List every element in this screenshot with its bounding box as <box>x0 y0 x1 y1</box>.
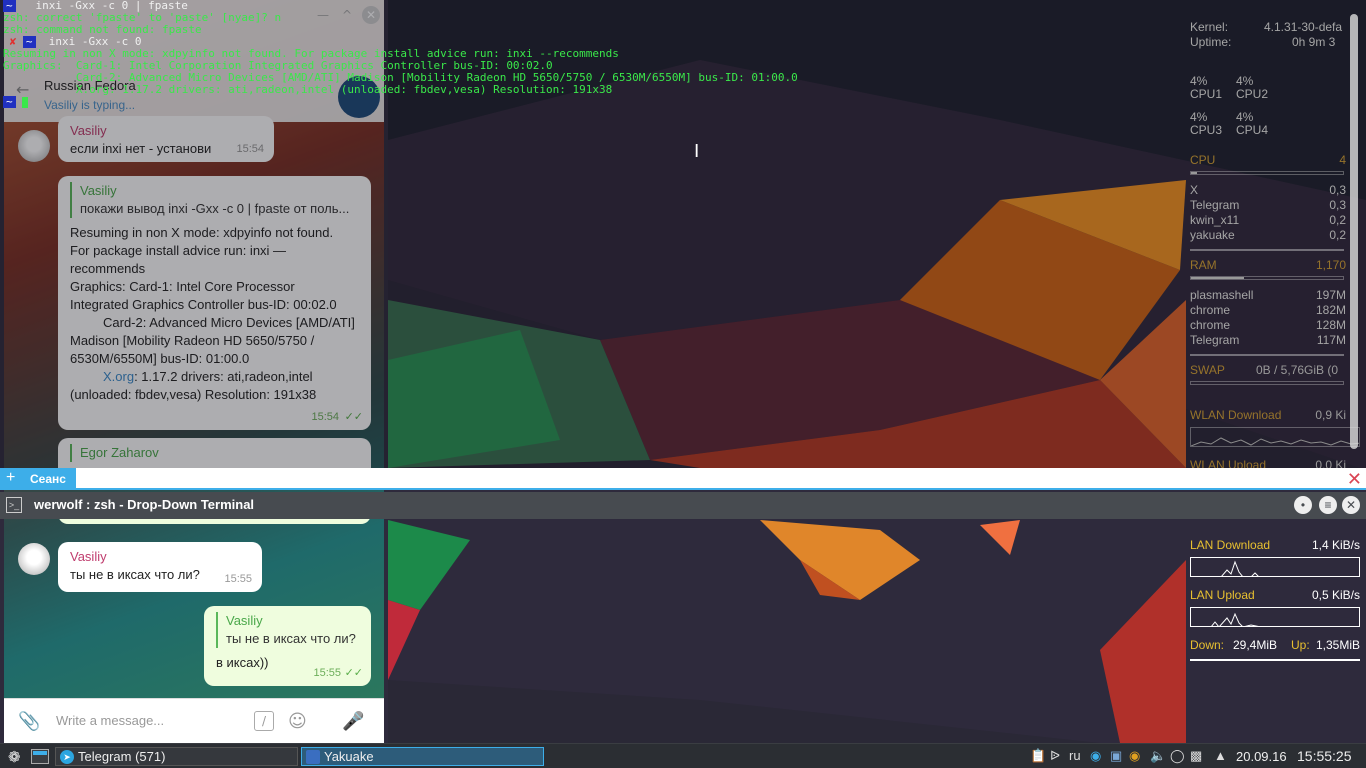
terminal-output[interactable]: ~ inxi -Gxx -c 0 | fpaste zsh: correct '… <box>3 0 798 108</box>
emoji-icon[interactable]: ☺ <box>288 711 307 732</box>
divider <box>1190 659 1360 661</box>
clock[interactable]: 15:55:25 <box>1297 748 1352 764</box>
close-tab-icon[interactable]: ✕ <box>1347 469 1362 490</box>
terminal-prompt-line[interactable]: ~ <box>3 96 798 108</box>
paperclip-icon[interactable]: 📎 <box>18 711 40 732</box>
terminal-scrollbar[interactable] <box>1350 14 1358 449</box>
display-icon[interactable]: ▩ <box>1190 748 1202 764</box>
tab-label: Сеанс <box>30 472 66 486</box>
yakuake-icon <box>306 750 320 764</box>
date[interactable]: 20.09.16 <box>1236 749 1287 764</box>
yakuake-title-bar: >_ werwolf : zsh - Drop-Down Terminal • … <box>0 492 1366 519</box>
task-yakuake[interactable]: Yakuake <box>301 747 544 766</box>
terminal-icon: >_ <box>6 497 22 513</box>
volume-icon[interactable]: 🔈 <box>1150 748 1166 764</box>
prompt-badge: ~ <box>3 96 16 108</box>
bluetooth-icon[interactable]: ᐉ <box>1050 748 1060 764</box>
down-total-label: Down: <box>1190 638 1225 652</box>
menu-icon[interactable]: ≡ <box>1319 496 1337 514</box>
lan-download-label: LAN Download <box>1190 538 1271 552</box>
lan-download-graph <box>1190 557 1360 577</box>
telegram-icon: ➤ <box>60 750 74 764</box>
terminal-line: X.org: 1.17.2 drivers: ati,radeon,intel … <box>3 83 613 96</box>
terminal-cursor <box>22 96 29 108</box>
quote-sender: Vasiliy <box>226 613 263 628</box>
shield-icon[interactable]: ◯ <box>1170 748 1185 764</box>
network-icon[interactable]: ▣ <box>1110 748 1122 764</box>
keyboard-layout[interactable]: ru <box>1069 748 1081 763</box>
task-label: Yakuake <box>324 749 374 764</box>
message-input-bar: 📎 Write a message... / ☺ 🎤 <box>4 698 384 744</box>
slash-command-icon[interactable]: / <box>254 711 274 731</box>
keep-open-icon[interactable]: • <box>1294 496 1312 514</box>
taskbar: ❁ ➤ Telegram (571) Yakuake 📋 ᐉ ru ◉ ▣ ◉ … <box>0 743 1366 768</box>
clipboard-icon[interactable]: 📋 <box>1030 748 1046 764</box>
yakuake-terminal[interactable]: ~ inxi -Gxx -c 0 | fpaste zsh: correct '… <box>0 0 1366 468</box>
expand-tray-icon[interactable]: ▲ <box>1214 748 1227 763</box>
avatar[interactable] <box>18 543 50 575</box>
message-bubble[interactable]: Vasiliy ты не в иксах что ли? в иксах)) … <box>204 606 371 686</box>
message-sender[interactable]: Vasiliy <box>70 548 250 566</box>
add-tab-icon[interactable]: + <box>6 469 15 487</box>
window-title: werwolf : zsh - Drop-Down Terminal <box>34 497 255 512</box>
task-telegram[interactable]: ➤ Telegram (571) <box>55 747 298 766</box>
down-total-value: 29,4MiB <box>1233 638 1278 652</box>
read-ticks-icon: ✓✓ <box>344 667 363 679</box>
message-bubble[interactable]: Vasiliy ты не в иксах что ли? 15:55 <box>58 542 262 592</box>
lan-download-value: 1,4 KiB/s <box>1311 538 1360 552</box>
up-total-value: 1,35MiB <box>1315 638 1360 652</box>
lan-upload-label: LAN Upload <box>1190 588 1255 602</box>
quote-text: ты не в иксах что ли? <box>226 631 356 646</box>
lan-upload-graph <box>1190 607 1360 627</box>
message-text: ты не в иксах что ли? <box>70 567 200 582</box>
message-time: 15:55 <box>313 667 341 679</box>
up-total-label: Up: <box>1291 638 1310 652</box>
yakuake-tab-bar: + Сеанс ✕ <box>0 468 1366 490</box>
message-input[interactable]: Write a message... <box>56 713 164 728</box>
task-label: Telegram (571) <box>78 749 166 764</box>
desktop-pager[interactable] <box>31 749 49 764</box>
lan-upload-value: 0,5 KiB/s <box>1311 588 1360 602</box>
ibeam-cursor-icon: I <box>694 141 700 162</box>
skype-icon[interactable]: ◉ <box>1090 748 1101 764</box>
microphone-icon[interactable]: 🎤 <box>342 711 364 732</box>
app-launcher-icon[interactable]: ❁ <box>8 748 21 766</box>
chrome-icon[interactable]: ◉ <box>1129 748 1140 764</box>
reply-quote[interactable]: Vasiliy ты не в иксах что ли? <box>216 612 359 648</box>
close-icon[interactable]: ✕ <box>1342 496 1360 514</box>
message-time: 15:55 <box>224 573 252 585</box>
tab-session[interactable]: + Сеанс <box>0 468 76 490</box>
